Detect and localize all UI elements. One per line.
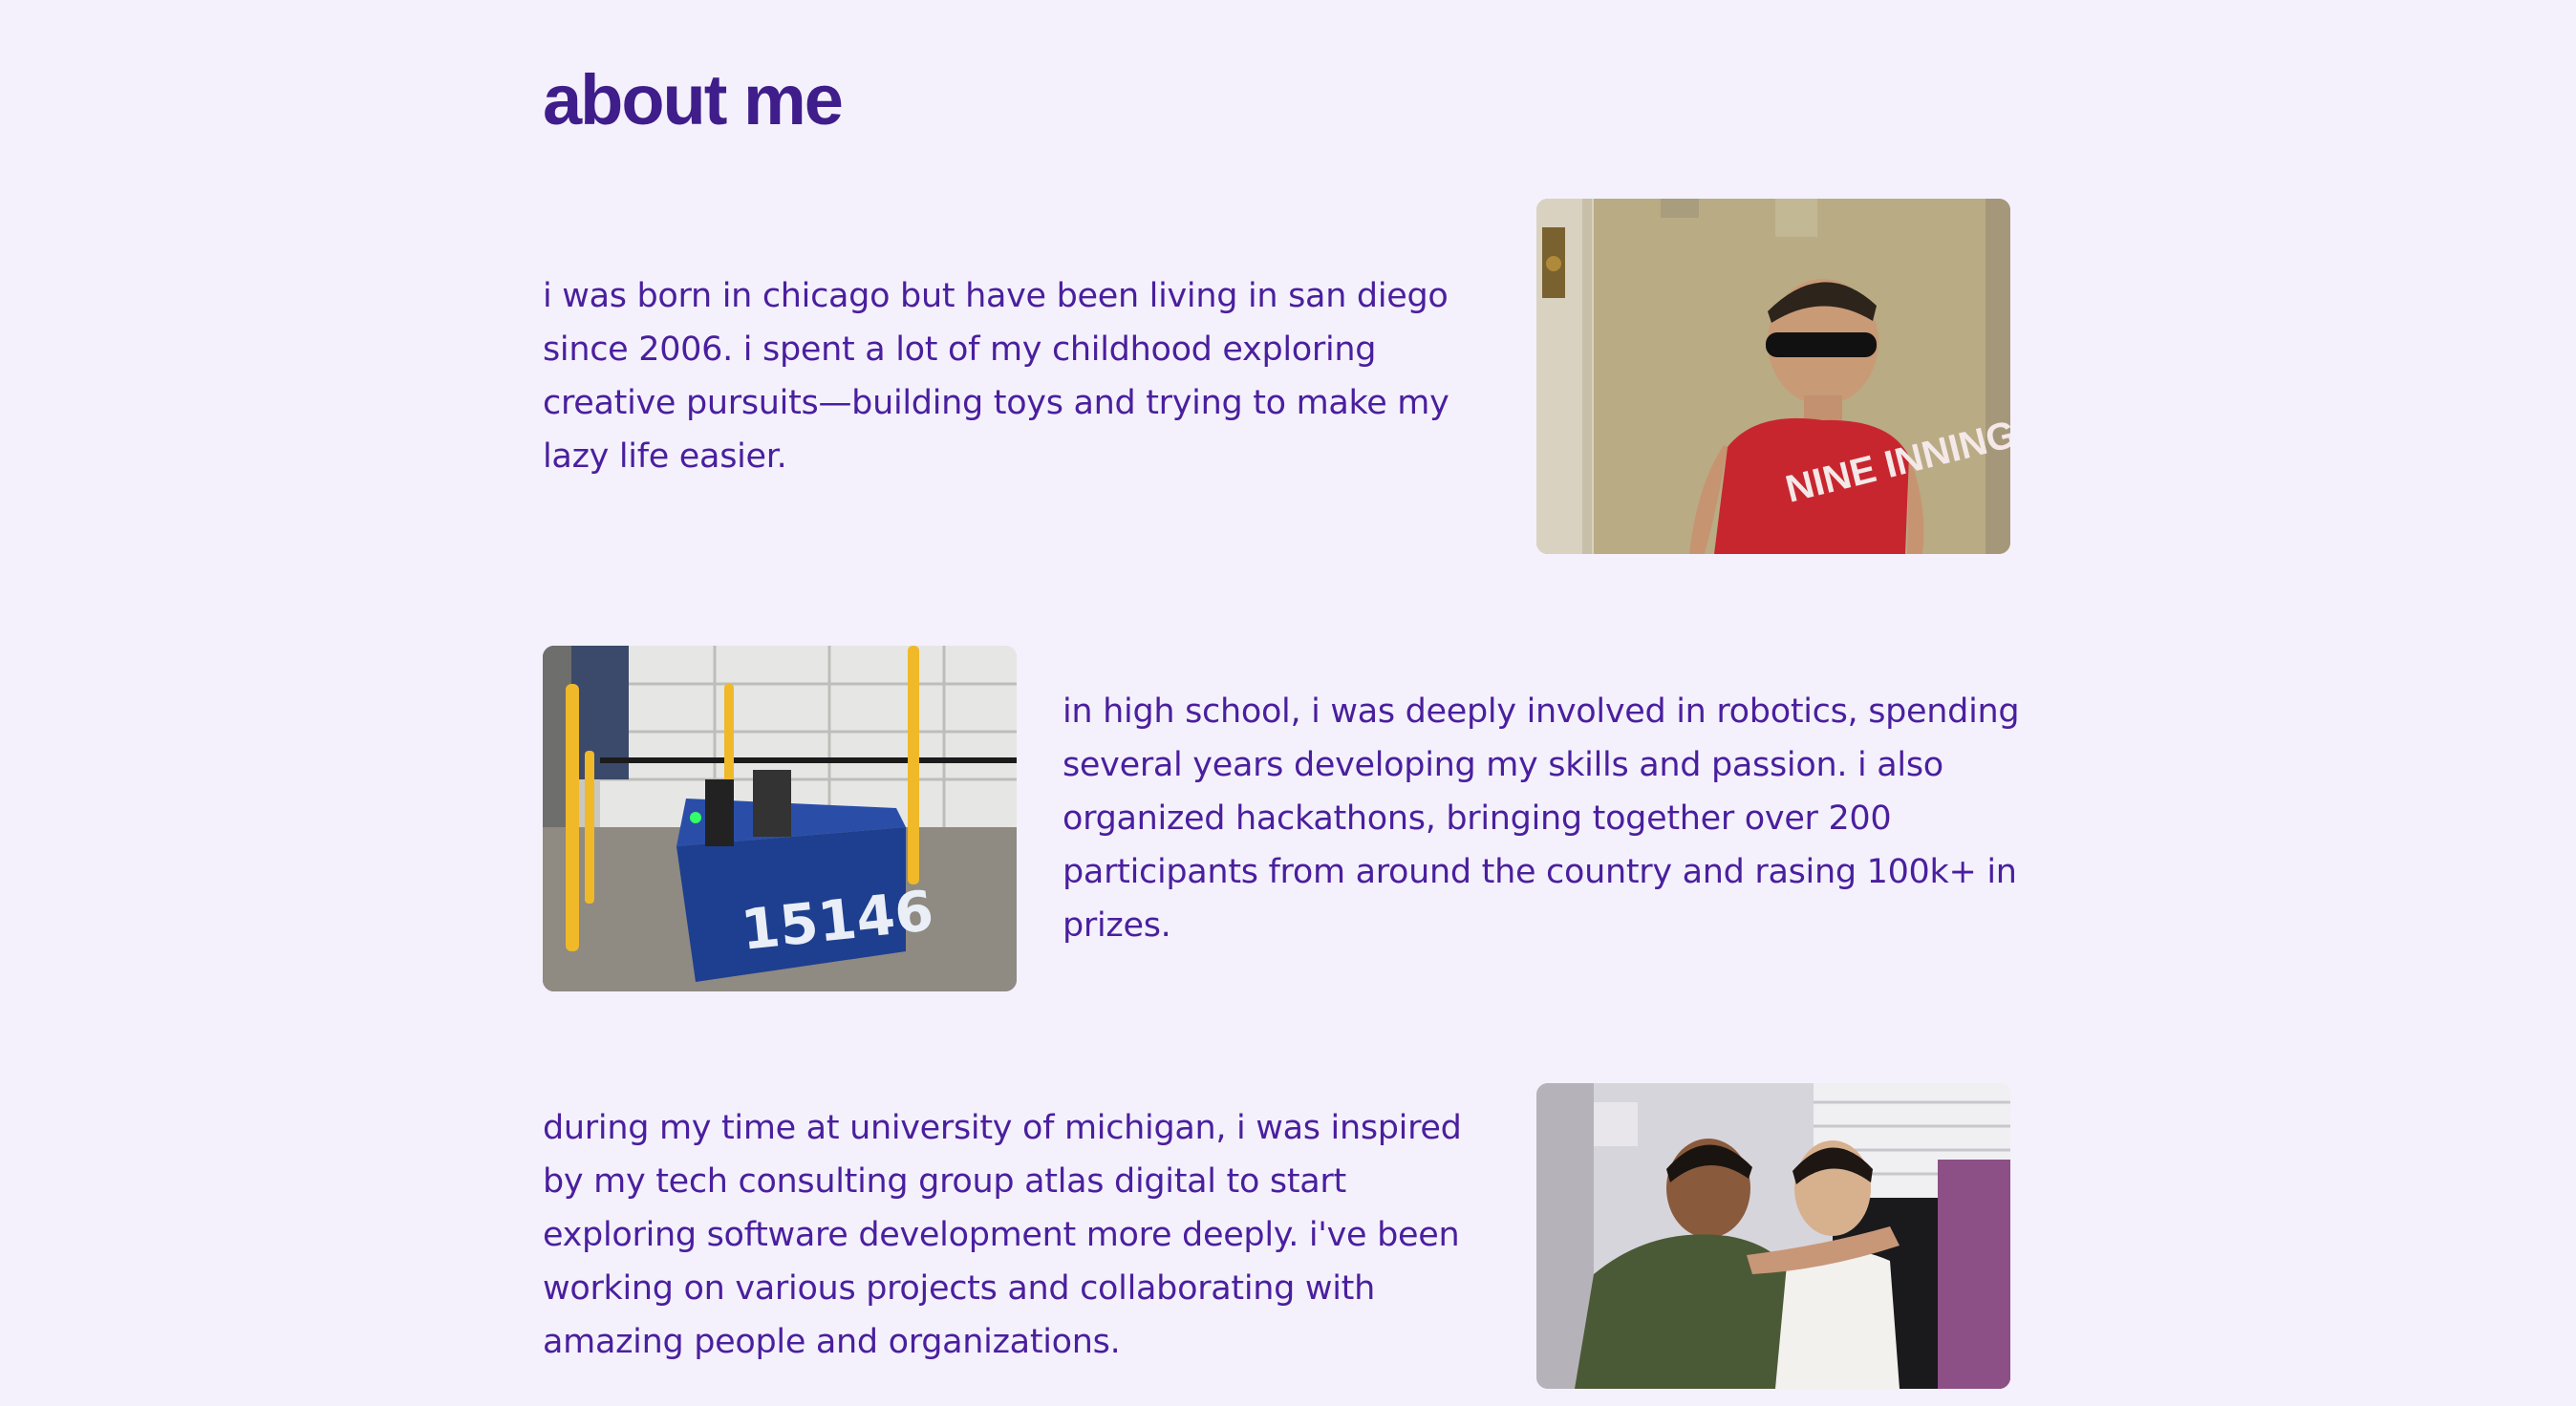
robotics-paragraph: in high school, i was deeply involved in… (1063, 692, 2020, 945)
university-paragraph: during my time at university of michigan… (543, 1109, 1462, 1361)
childhood-photo: NINE INNINGS (1536, 199, 2010, 554)
robotics-photo: 15146 (543, 646, 1017, 991)
university-photo (1536, 1083, 2010, 1389)
about-page: about me i was born in chicago but have … (0, 0, 2576, 1406)
childhood-paragraph: i was born in chicago but have been livi… (543, 277, 1449, 476)
page-title: about me (543, 60, 844, 139)
